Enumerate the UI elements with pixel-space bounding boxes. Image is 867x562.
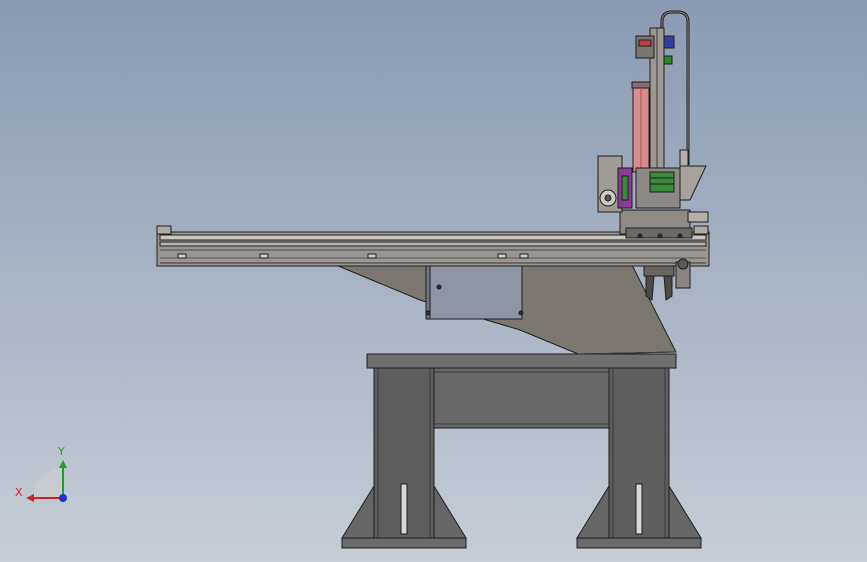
axis-triad: X Y [15,445,67,502]
y-axis-arrowhead [59,460,67,468]
bolt-icon [637,233,643,239]
base-stand[interactable] [341,353,702,549]
gripper-finger-left [645,275,655,301]
vertical-axis[interactable] [597,10,707,213]
cad-model-view[interactable]: X Y [0,0,867,562]
linear-rail [159,234,707,241]
z-axis-dot [59,494,67,502]
stand-right-foot [576,537,702,549]
x-axis-label: X [15,486,23,499]
beam-end-cap-right [693,225,709,235]
cad-viewport[interactable]: X Y [0,0,867,562]
stand-cross-beam [431,367,611,429]
beam-end-cap-left [156,225,172,235]
cable-loop [660,10,690,168]
z-motor [635,35,655,59]
screw-icon [518,310,524,316]
x-axis-arrowhead [26,494,34,502]
stand-left-foot [341,537,467,549]
stand-left-gusset [341,484,375,539]
bolt-icon [657,233,663,239]
bolt-icon [677,233,683,239]
screw-icon [425,310,431,316]
gripper-finger-right [663,275,673,301]
stand-top-plate [366,353,677,369]
stand-right-gusset [576,484,610,539]
y-axis-label: Y [57,445,65,458]
keyhole-icon [436,284,442,290]
